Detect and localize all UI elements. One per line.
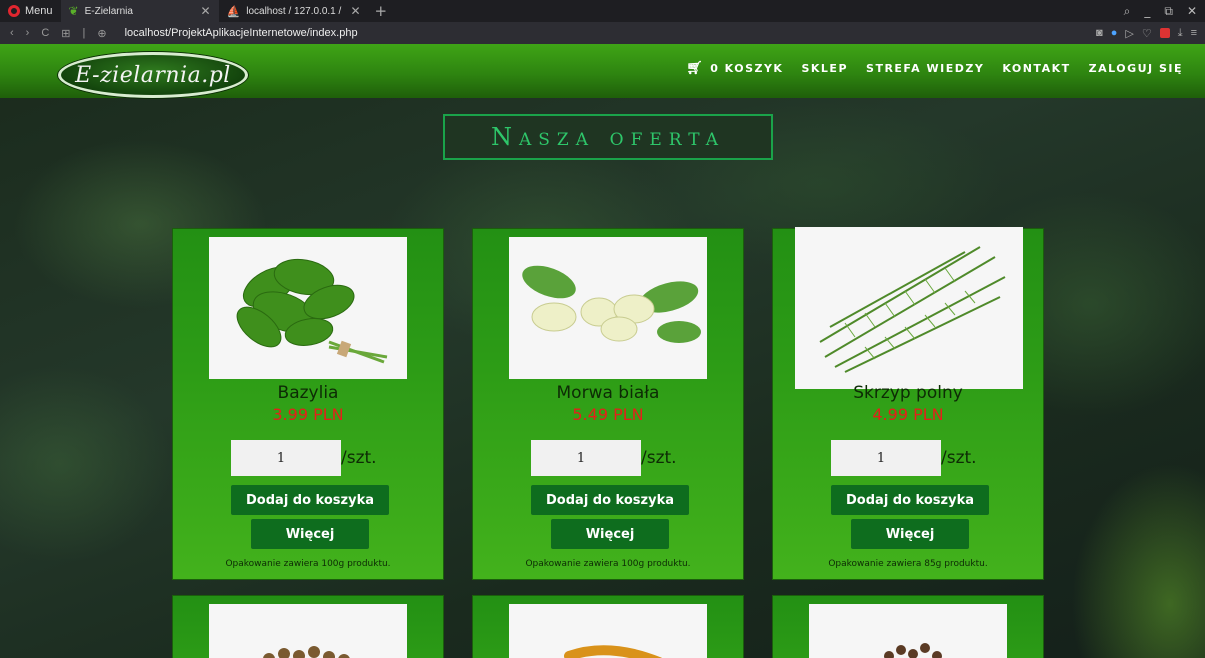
add-to-cart-button[interactable]: Dodaj do koszyka <box>531 485 689 515</box>
nav-shop[interactable]: SKLEP <box>801 62 848 75</box>
add-to-cart-button[interactable]: Dodaj do koszyka <box>231 485 389 515</box>
section-title: Nasza oferta <box>491 123 725 151</box>
product-name: Bazylia <box>277 383 339 403</box>
product-image-turmeric[interactable] <box>509 604 707 658</box>
nav-cart[interactable]: 🛒︎ 0 KOSZYK <box>686 61 783 76</box>
back-icon[interactable]: ‹ <box>10 27 14 40</box>
tab-title: localhost / 127.0.0.1 / ziela <box>246 5 344 17</box>
add-to-cart-button[interactable]: Dodaj do koszyka <box>831 485 989 515</box>
nav-login[interactable]: ZALOGUJ SIĘ <box>1089 62 1183 75</box>
product-card-horsetail: Skrzyp polny 4.99 PLN /szt. Dodaj do kos… <box>772 227 1044 580</box>
url-field[interactable]: localhost/ProjektAplikacjeInternetowe/in… <box>125 27 358 39</box>
product-card-row2-3 <box>772 595 1044 658</box>
tab-title: E-Zielarnia <box>84 5 133 17</box>
menu-label: Menu <box>25 5 53 17</box>
unit-label: /szt. <box>341 448 377 468</box>
window-controls: ⌕ _ ⧉ ✕ <box>1124 4 1205 19</box>
nav-contact[interactable]: KONTAKT <box>1002 62 1070 75</box>
more-button[interactable]: Więcej <box>251 519 369 549</box>
close-icon[interactable]: ✕ <box>350 4 360 18</box>
logo-text: E-zielarnia.pl <box>75 62 231 88</box>
camera-icon[interactable]: ◙ <box>1096 27 1103 39</box>
leaf-icon: ❦ <box>68 4 79 18</box>
shield-icon[interactable]: ● <box>1111 27 1118 39</box>
product-card-basil: Bazylia 3.99 PLN /szt. Dodaj do koszyka … <box>172 228 444 580</box>
product-price: 4.99 PLN <box>872 405 944 424</box>
send-icon[interactable]: ▷ <box>1125 27 1133 40</box>
more-button[interactable]: Więcej <box>551 519 669 549</box>
product-card-white-mulberry: Morwa biała 5.49 PLN /szt. Dodaj do kosz… <box>472 228 744 580</box>
settings-icon[interactable]: ≡ <box>1191 27 1197 39</box>
tab-e-zielarnia[interactable]: ❦ E-Zielarnia ✕ <box>60 0 219 22</box>
site-header: E-zielarnia.pl 🛒︎ 0 KOSZYK SKLEP STREFA … <box>0 44 1205 98</box>
more-button[interactable]: Więcej <box>851 519 969 549</box>
address-bar: ‹ › C ⊞ | ⊕ localhost/ProjektAplikacjeIn… <box>0 22 1205 44</box>
unit-label: /szt. <box>941 448 977 468</box>
product-price: 5.49 PLN <box>572 405 644 424</box>
cart-icon: 🛒︎ <box>686 61 705 76</box>
phpmyadmin-icon: ⛵ <box>226 5 241 18</box>
download-icon[interactable]: ⤓ <box>1178 27 1183 40</box>
separator: | <box>82 26 86 39</box>
extension-icon[interactable] <box>1159 28 1170 38</box>
site-logo[interactable]: E-zielarnia.pl <box>58 52 248 98</box>
package-note: Opakowanie zawiera 100g produktu. <box>225 559 391 569</box>
browser-menu-button[interactable]: Menu <box>0 0 61 22</box>
product-image-basil[interactable] <box>209 237 407 379</box>
product-image-white-mulberry[interactable] <box>509 237 707 379</box>
package-note: Opakowanie zawiera 85g produktu. <box>828 559 988 569</box>
quantity-input[interactable] <box>231 440 341 476</box>
product-image-horsetail[interactable] <box>795 227 1023 389</box>
product-card-row2-2 <box>472 595 744 658</box>
nav-cart-label: 0 KOSZYK <box>710 62 784 75</box>
forward-icon[interactable]: › <box>26 27 30 40</box>
package-note: Opakowanie zawiera 100g produktu. <box>525 559 691 569</box>
quantity-input[interactable] <box>831 440 941 476</box>
search-icon[interactable]: ⌕ <box>1124 4 1131 19</box>
unit-label: /szt. <box>641 448 677 468</box>
new-tab-icon[interactable]: + <box>369 2 394 20</box>
product-name: Skrzyp polny <box>853 383 963 403</box>
close-window-icon[interactable]: ✕ <box>1187 4 1197 19</box>
product-image-dried-herb[interactable] <box>809 604 1007 658</box>
nav-buttons: ‹ › C ⊞ | ⊕ <box>0 27 117 40</box>
product-image-peppercorn[interactable] <box>209 604 407 658</box>
opera-icon <box>8 5 20 17</box>
quantity-input[interactable] <box>531 440 641 476</box>
address-bar-icons: ◙ ● ▷ ♡ ⤓ ≡ <box>1096 27 1205 40</box>
main-nav: 🛒︎ 0 KOSZYK SKLEP STREFA WIEDZY KONTAKT … <box>686 61 1183 76</box>
browser-tab-bar: Menu ❦ E-Zielarnia ✕ ⛵ localhost / 127.0… <box>0 0 1205 22</box>
globe-icon: ⊕ <box>97 27 107 40</box>
tab-phpmyadmin[interactable]: ⛵ localhost / 127.0.0.1 / ziela ✕ <box>219 0 369 22</box>
page-content: E-zielarnia.pl 🛒︎ 0 KOSZYK SKLEP STREFA … <box>0 44 1205 658</box>
section-title-box: Nasza oferta <box>443 114 773 160</box>
minimize-icon[interactable]: _ <box>1144 4 1150 19</box>
heart-icon[interactable]: ♡ <box>1142 27 1152 40</box>
product-name: Morwa biała <box>556 383 660 403</box>
reload-icon[interactable]: C <box>41 27 49 40</box>
speed-dial-icon[interactable]: ⊞ <box>61 27 70 40</box>
product-card-row2-1 <box>172 595 444 658</box>
restore-icon[interactable]: ⧉ <box>1164 4 1173 19</box>
product-price: 3.99 PLN <box>272 405 344 424</box>
close-icon[interactable]: ✕ <box>200 4 210 18</box>
nav-knowledge[interactable]: STREFA WIEDZY <box>866 62 984 75</box>
